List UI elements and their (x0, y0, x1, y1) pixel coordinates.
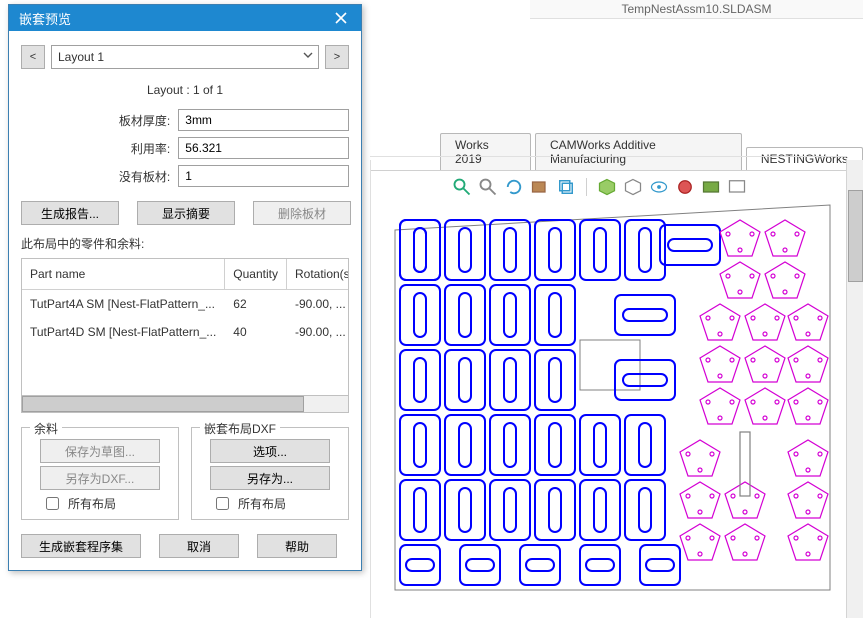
save-as-sketch-button: 保存为草图... (40, 439, 160, 463)
remnant-all-layouts-checkbox[interactable] (46, 497, 59, 510)
dialog-title: 嵌套预览 (19, 9, 71, 28)
col-rotation[interactable]: Rotation(s) (286, 259, 349, 290)
layout-info: Layout : 1 of 1 (21, 83, 349, 97)
nest-dxf-group: 嵌套布局DXF 选项... 另存为... 所有布局 (191, 427, 349, 520)
section-icon[interactable] (530, 177, 550, 197)
dxf-all-layouts-label: 所有布局 (238, 495, 286, 512)
utilization-label: 利用率: (21, 140, 178, 157)
chevron-down-icon (302, 49, 314, 64)
parts-section-label: 此布局中的零件和余料: (21, 235, 349, 252)
generate-assembly-button[interactable]: 生成嵌套程序集 (21, 534, 141, 558)
prev-layout-button[interactable]: < (21, 45, 45, 69)
zoom-area-icon[interactable] (478, 177, 498, 197)
ribbon-tabs: Works 2019 CAMWorks Additive Manufacturi… (440, 133, 863, 170)
nest-dxf-legend: 嵌套布局DXF (200, 420, 280, 437)
table-horizontal-scrollbar[interactable] (21, 396, 349, 413)
remnant-legend: 余料 (30, 420, 62, 437)
sheet-thickness-label: 板材厚度: (21, 112, 178, 129)
nesting-preview-dialog: 嵌套预览 < Layout 1 > Layout : 1 of 1 板材厚度: … (8, 4, 362, 571)
tab-works2019[interactable]: Works 2019 (440, 133, 531, 170)
appearance-icon[interactable] (675, 177, 695, 197)
separator (586, 178, 587, 196)
remnant-all-layouts-label: 所有布局 (68, 495, 116, 512)
ruler-top (370, 156, 847, 161)
dxf-all-layouts-checkbox[interactable] (216, 497, 229, 510)
nesting-preview-canvas (390, 200, 850, 600)
layout-select-value: Layout 1 (58, 50, 104, 64)
parts-table[interactable]: Part name Quantity Rotation(s) TutPart4A… (21, 258, 349, 396)
generate-report-button[interactable]: 生成报告... (21, 201, 119, 225)
remnant-group: 余料 保存为草图... 另存为DXF... 所有布局 (21, 427, 179, 520)
display-wire-icon[interactable] (623, 177, 643, 197)
display-shaded-icon[interactable] (597, 177, 617, 197)
no-sheet-field[interactable] (178, 165, 349, 187)
next-layout-button[interactable]: > (325, 45, 349, 69)
col-part-name[interactable]: Part name (22, 259, 225, 290)
scene-icon[interactable] (701, 177, 721, 197)
layout-select[interactable]: Layout 1 (51, 45, 319, 69)
view-orient-icon[interactable] (556, 177, 576, 197)
render-icon[interactable] (727, 177, 747, 197)
delete-sheet-button: 删除板材 (253, 201, 351, 225)
utilization-field[interactable] (178, 137, 349, 159)
zoom-fit-icon[interactable] (452, 177, 472, 197)
rotate-icon[interactable] (504, 177, 524, 197)
vertical-scrollbar[interactable] (846, 160, 863, 618)
tab-camworks-additive[interactable]: CAMWorks Additive Manufacturing (535, 133, 742, 170)
no-sheet-label: 没有板材: (21, 168, 178, 185)
document-title: TempNestAssm10.SLDASM (530, 0, 863, 19)
help-button[interactable]: 帮助 (257, 534, 337, 558)
cancel-button[interactable]: 取消 (159, 534, 239, 558)
dialog-titlebar: 嵌套预览 (9, 5, 361, 31)
save-as-dxf-button: 另存为DXF... (40, 466, 160, 490)
dxf-save-as-button[interactable]: 另存为... (210, 466, 330, 490)
table-row[interactable]: TutPart4A SM [Nest-FlatPattern_... 62 -9… (22, 290, 349, 319)
hide-show-icon[interactable] (649, 177, 669, 197)
col-quantity[interactable]: Quantity (225, 259, 287, 290)
sheet-thickness-field[interactable] (178, 109, 349, 131)
close-button[interactable] (321, 5, 361, 31)
ruler-left (370, 160, 375, 618)
view-toolbar (370, 170, 863, 197)
show-summary-button[interactable]: 显示摘要 (137, 201, 235, 225)
dxf-options-button[interactable]: 选项... (210, 439, 330, 463)
table-row[interactable]: TutPart4D SM [Nest-FlatPattern_... 40 -9… (22, 318, 349, 346)
